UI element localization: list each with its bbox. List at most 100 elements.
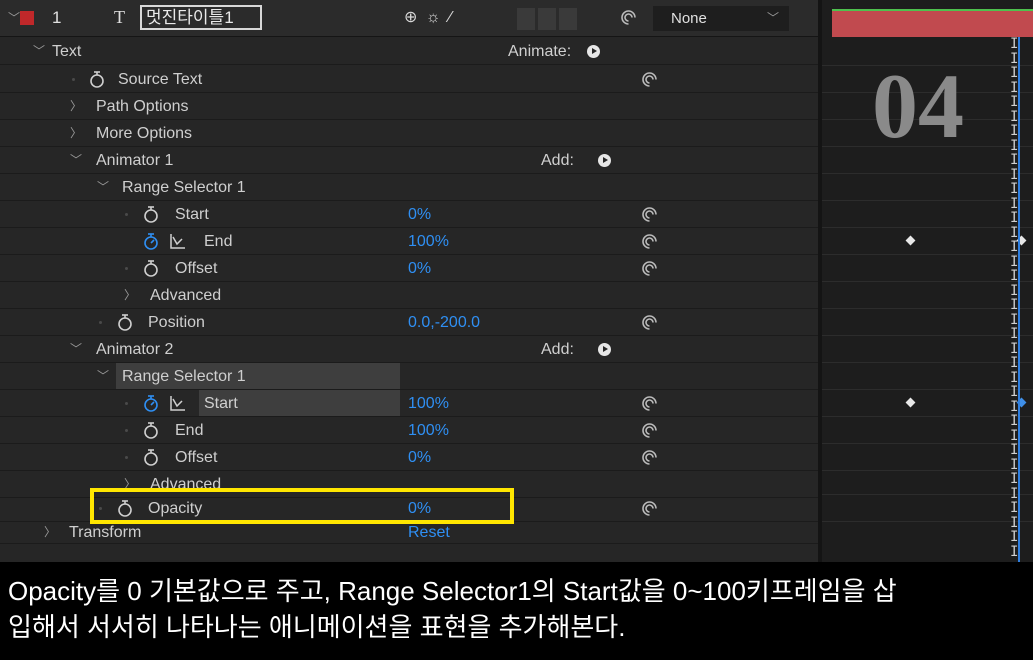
stopwatch-icon[interactable] xyxy=(143,421,159,439)
parent-value: None xyxy=(671,10,707,27)
property-row-end[interactable]: End 100% xyxy=(0,228,818,255)
annotation-highlight-box xyxy=(90,488,514,524)
property-label: More Options xyxy=(96,125,193,142)
property-row-animator-1[interactable]: ﹀ Animator 1 Add: xyxy=(0,147,818,174)
work-area-bar xyxy=(832,9,1033,11)
property-label: Path Options xyxy=(96,98,189,115)
stopwatch-icon[interactable] xyxy=(143,448,159,466)
property-row-offset[interactable]: Offset 0% xyxy=(0,255,818,282)
stopwatch-icon[interactable] xyxy=(117,313,133,331)
pick-whip-icon[interactable] xyxy=(641,71,658,88)
property-label: Start xyxy=(204,395,238,412)
layer-switches[interactable]: ⊕ ☼ ⁄ xyxy=(404,4,454,31)
chevron-right-icon[interactable]: 〉 xyxy=(44,519,56,546)
property-label: Range Selector 1 xyxy=(122,179,246,196)
property-value[interactable]: 100% xyxy=(408,228,449,255)
property-label: Advanced xyxy=(150,287,222,304)
property-row-offset[interactable]: Offset 0% xyxy=(0,444,818,471)
chevron-down-icon[interactable]: ﹀ xyxy=(97,174,109,201)
property-value[interactable]: 0% xyxy=(408,255,431,282)
keyframe[interactable] xyxy=(905,235,916,246)
switch-boxes[interactable] xyxy=(517,8,577,30)
property-value[interactable]: 0% xyxy=(408,444,431,471)
animate-label: Animate: xyxy=(508,43,572,60)
property-value[interactable]: 0.0,-200.0 xyxy=(408,309,480,336)
property-label: Animator 2 xyxy=(96,341,174,358)
property-value[interactable]: 100% xyxy=(408,390,449,417)
property-label: Offset xyxy=(175,260,218,277)
timeline-panel[interactable]: 04 IIIIIIIIIIIIIIIIIIIIIIIIIIIIIIIIIIII xyxy=(822,0,1033,562)
property-row-start[interactable]: Start 0% xyxy=(0,201,818,228)
property-row-range-selector-1-selected[interactable]: ﹀ Range Selector 1 xyxy=(0,363,818,390)
property-label: Text xyxy=(52,43,82,60)
graph-editor-icon[interactable] xyxy=(170,395,186,411)
add-label: Add: xyxy=(541,341,574,358)
stopwatch-active-icon[interactable] xyxy=(143,394,159,412)
caption-line-1: Opacity를 0 기본값으로 주고, Range Selector1의 St… xyxy=(8,576,897,606)
property-label: Animator 1 xyxy=(96,152,174,169)
chevron-down-icon[interactable]: ﹀ xyxy=(97,363,109,390)
layer-header-row[interactable]: ﹀ 1 T 멋진타이틀1 ⊕ ☼ ⁄ None ﹀ xyxy=(0,0,818,37)
property-row-advanced[interactable]: 〉 Advanced xyxy=(0,282,818,309)
pick-whip-icon[interactable] xyxy=(641,500,658,517)
property-value[interactable]: 0% xyxy=(408,201,431,228)
property-row-animator-2[interactable]: ﹀ Animator 2 Add: xyxy=(0,336,818,363)
property-row-text[interactable]: ﹀ Text Animate: xyxy=(0,38,818,65)
bullet-dot xyxy=(125,456,128,459)
layer-name: 멋진타이틀1 xyxy=(146,8,234,27)
property-row-position[interactable]: Position 0.0,-200.0 xyxy=(0,309,818,336)
layer-color-label[interactable] xyxy=(20,11,34,25)
ibeam-markers: IIIIIIIIIIIIIIIIIIIIIIIIIIIIIIIIIIII xyxy=(1010,36,1019,560)
bullet-dot xyxy=(125,267,128,270)
property-label: Offset xyxy=(175,449,218,466)
pick-whip-icon[interactable] xyxy=(641,314,658,331)
caption-line-2: 입해서 서서히 나타나는 애니메이션을 표현을 추가해본다. xyxy=(8,612,626,642)
layer-name-field[interactable]: 멋진타이틀1 xyxy=(140,5,262,30)
animate-menu-button[interactable] xyxy=(587,45,600,58)
property-label: Start xyxy=(175,206,209,223)
parent-dropdown[interactable]: None ﹀ xyxy=(653,6,789,31)
chevron-right-icon[interactable]: 〉 xyxy=(70,120,82,147)
pick-whip-icon[interactable] xyxy=(620,9,637,26)
graph-editor-icon[interactable] xyxy=(170,233,186,249)
stopwatch-icon[interactable] xyxy=(143,259,159,277)
add-menu-button[interactable] xyxy=(598,154,611,167)
property-row-end[interactable]: End 100% xyxy=(0,417,818,444)
property-row-more-options[interactable]: 〉 More Options xyxy=(0,120,818,147)
bullet-dot xyxy=(125,429,128,432)
layer-panel: ﹀ 1 T 멋진타이틀1 ⊕ ☼ ⁄ None ﹀ ﹀ Text Animate… xyxy=(0,0,818,562)
bullet-dot xyxy=(99,321,102,324)
pick-whip-icon[interactable] xyxy=(641,422,658,439)
chevron-down-icon[interactable]: ﹀ xyxy=(70,336,82,363)
property-label: Source Text xyxy=(118,71,203,88)
property-row-path-options[interactable]: 〉 Path Options xyxy=(0,93,818,120)
property-row-source-text[interactable]: Source Text xyxy=(0,66,818,93)
chevron-down-icon[interactable]: ﹀ xyxy=(33,38,45,65)
property-label: Range Selector 1 xyxy=(122,368,246,385)
bullet-dot xyxy=(125,213,128,216)
chevron-down-icon: ﹀ xyxy=(767,11,780,25)
frame-number-preview: 04 xyxy=(872,55,964,157)
keyframe[interactable] xyxy=(905,397,916,408)
property-row-range-selector-1[interactable]: ﹀ Range Selector 1 xyxy=(0,174,818,201)
layer-duration-bar[interactable] xyxy=(832,9,1033,37)
stopwatch-icon[interactable] xyxy=(89,70,105,88)
property-value[interactable]: 100% xyxy=(408,417,449,444)
pick-whip-icon[interactable] xyxy=(641,260,658,277)
add-menu-button[interactable] xyxy=(598,343,611,356)
property-row-start-selected[interactable]: Start 100% xyxy=(0,390,818,417)
chevron-right-icon[interactable]: 〉 xyxy=(124,282,136,309)
stopwatch-icon[interactable] xyxy=(143,205,159,223)
property-row-transform[interactable]: 〉 Transform Reset xyxy=(0,522,818,544)
pick-whip-icon[interactable] xyxy=(641,395,658,412)
chevron-right-icon[interactable]: 〉 xyxy=(70,93,82,120)
chevron-down-icon[interactable]: ﹀ xyxy=(8,5,20,32)
pick-whip-icon[interactable] xyxy=(641,233,658,250)
bullet-dot xyxy=(125,402,128,405)
stopwatch-active-icon[interactable] xyxy=(143,232,159,250)
pick-whip-icon[interactable] xyxy=(641,449,658,466)
property-label: End xyxy=(204,233,233,250)
bullet-dot xyxy=(72,78,75,81)
chevron-down-icon[interactable]: ﹀ xyxy=(70,147,82,174)
pick-whip-icon[interactable] xyxy=(641,206,658,223)
